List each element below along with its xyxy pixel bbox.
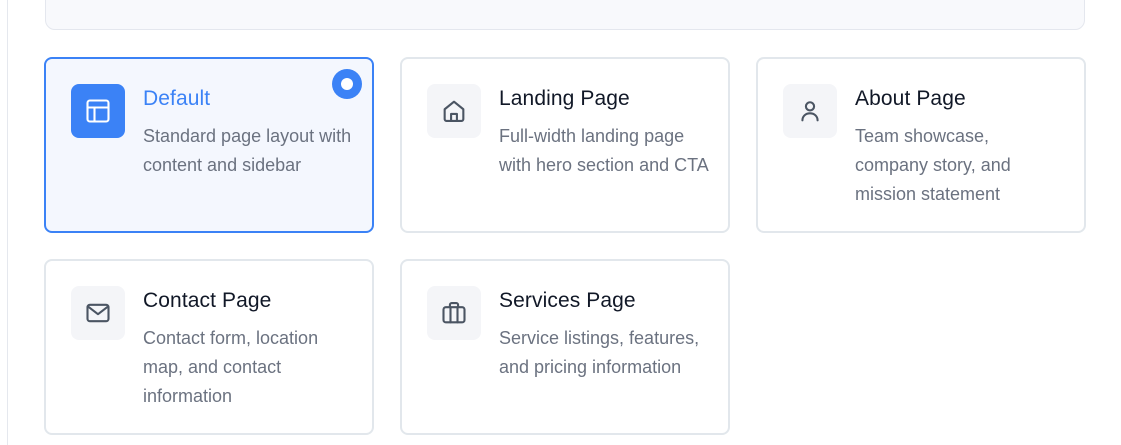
template-card-services[interactable]: Services Page Service listings, features… xyxy=(400,259,730,435)
template-card-about[interactable]: About Page Team showcase, company story,… xyxy=(756,57,1086,233)
template-card-default[interactable]: Default Standard page layout with conten… xyxy=(44,57,374,233)
card-title: Landing Page xyxy=(499,87,630,110)
card-description: Standard page layout with content and si… xyxy=(143,126,352,175)
user-icon xyxy=(783,84,837,138)
briefcase-icon xyxy=(427,286,481,340)
top-panel xyxy=(45,0,1085,30)
layout-icon xyxy=(71,84,125,138)
card-description: Team showcase, company story, and missio… xyxy=(855,126,1011,204)
card-title: Default xyxy=(143,87,211,110)
selected-radio-indicator xyxy=(332,69,362,99)
card-title: Contact Page xyxy=(143,289,272,312)
card-title: About Page xyxy=(855,87,966,110)
card-title: Services Page xyxy=(499,289,636,312)
template-card-landing[interactable]: Landing Page Full-width landing page wit… xyxy=(400,57,730,233)
card-description: Service listings, features, and pricing … xyxy=(499,328,700,377)
left-divider xyxy=(7,0,8,445)
card-description: Contact form, location map, and contact … xyxy=(143,328,319,406)
mail-icon xyxy=(71,286,125,340)
home-icon xyxy=(427,84,481,138)
template-card-contact[interactable]: Contact Page Contact form, location map,… xyxy=(44,259,374,435)
card-description: Full-width landing page with hero sectio… xyxy=(499,126,709,175)
